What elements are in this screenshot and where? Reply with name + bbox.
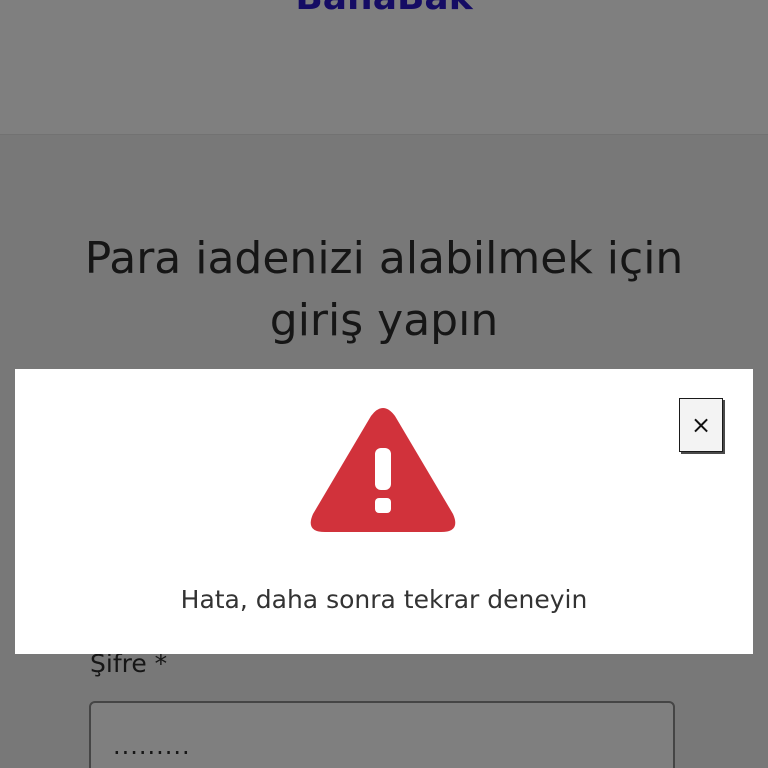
refund-login-page: BanaBak Para iadenizi alabilmek için gir… — [0, 0, 768, 768]
error-dialog: × Hata, daha sonra tekrar deneyin — [15, 369, 753, 654]
warning-icon — [307, 406, 459, 540]
error-message: Hata, daha sonra tekrar deneyin — [180, 585, 588, 614]
close-button[interactable]: × — [679, 398, 723, 452]
